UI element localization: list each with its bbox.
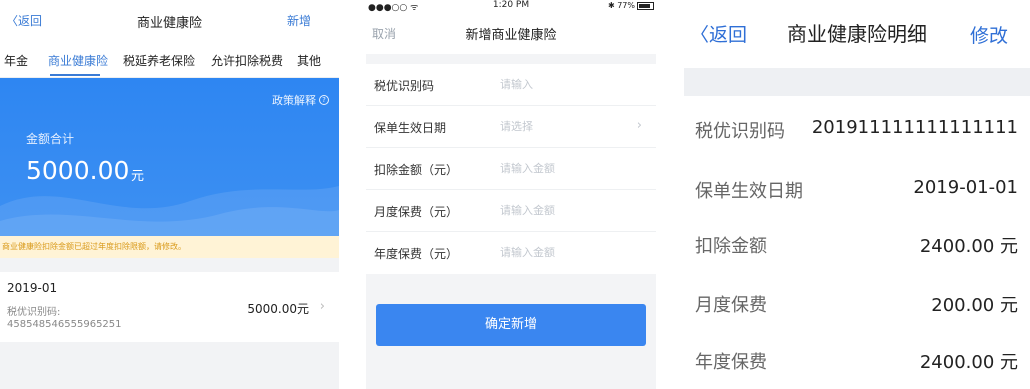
effective-date-picker[interactable] (500, 116, 620, 136)
limit-warning: 商业健康险扣除金额已超过年度扣除限额，请修改。 (0, 236, 339, 258)
list-item[interactable]: 2019-01 税优识别码: 458548546555965251 5000.0… (0, 272, 339, 342)
form-row-annual-premium: 年度保费（元） (366, 232, 656, 274)
monthly-premium-label: 月度保费（元） (374, 205, 459, 219)
tab-other[interactable]: 其他 (297, 52, 321, 69)
detail-screen: 〈返回 商业健康险明细 修改 税优识别码 201911111111111111 … (684, 0, 1030, 389)
policy-explanation-link[interactable]: 政策解释 ? (272, 92, 329, 108)
form-row-monthly-premium: 月度保费（元） (366, 190, 656, 232)
detail-value: 2019-01-01 (913, 177, 1018, 198)
active-tab-indicator (50, 74, 100, 76)
detail-value: 200.00 元 (931, 295, 1018, 316)
total-label: 金额合计 (26, 132, 75, 146)
detail-row-deduction-amount: 扣除金额 2400.00 元 (684, 215, 1030, 273)
add-screen: ●●●○○ ᯤ 1:20 PM ✱ 77% 取消 新增商业健康险 税优识别码 保… (366, 0, 656, 389)
detail-nav-bar: 〈返回 商业健康险明细 修改 (684, 0, 1030, 68)
form-row-deduction-amount: 扣除金额（元） (366, 148, 656, 190)
tab-annuity[interactable]: 年金 (4, 52, 28, 69)
total-unit: 元 (131, 169, 145, 184)
detail-row-tax-id: 税优识别码 201911111111111111 (684, 100, 1030, 158)
status-bar: ●●●○○ ᯤ 1:20 PM ✱ 77% (366, 0, 656, 13)
record-id-label: 税优识别码: (7, 307, 61, 318)
total-value: 5000.00 (26, 156, 130, 185)
battery-icon (637, 1, 654, 10)
tab-deductible-taxes[interactable]: 允许扣除税费 (211, 52, 283, 69)
help-icon: ? (319, 95, 329, 105)
detail-label: 扣除金额 (695, 236, 767, 257)
battery-indicator: ✱ 77% (608, 1, 654, 10)
annual-premium-input[interactable] (500, 242, 620, 262)
form-row-effective-date[interactable]: 保单生效日期 › (366, 106, 656, 148)
deduction-amount-label: 扣除金额（元） (374, 163, 459, 177)
edit-button[interactable]: 修改 (970, 21, 1008, 48)
detail-row-annual-premium: 年度保费 2400.00 元 (684, 331, 1030, 389)
detail-label: 年度保费 (695, 352, 767, 373)
detail-row-effective-date: 保单生效日期 2019-01-01 (684, 160, 1030, 218)
monthly-premium-input[interactable] (500, 200, 620, 220)
section-divider (684, 68, 1030, 96)
category-tabs: 年金 商业健康险 税延养老保险 允许扣除税费 其他 (0, 40, 339, 78)
tab-health-insurance[interactable]: 商业健康险 (48, 52, 108, 69)
battery-percent: ✱ 77% (607, 1, 635, 10)
tax-id-label: 税优识别码 (374, 79, 435, 93)
form-row-tax-id: 税优识别码 (366, 64, 656, 106)
chevron-right-icon: › (636, 118, 642, 133)
detail-label: 保单生效日期 (695, 181, 803, 202)
detail-value: 2400.00 元 (919, 236, 1018, 257)
list-nav-bar: 〈返回 商业健康险 新增 (0, 0, 339, 40)
deduction-amount-input[interactable] (500, 158, 620, 178)
tax-id-input[interactable] (500, 74, 620, 94)
add-nav-bar: 取消 新增商业健康险 (366, 12, 656, 54)
policy-label: 政策解释 (272, 94, 316, 107)
detail-row-monthly-premium: 月度保费 200.00 元 (684, 274, 1030, 332)
record-date: 2019-01 (7, 281, 58, 295)
detail-value: 201911111111111111 (811, 117, 1018, 138)
list-screen: 〈返回 商业健康险 新增 年金 商业健康险 税延养老保险 允许扣除税费 其他 政… (0, 0, 339, 389)
record-id-value: 458548546555965251 (7, 319, 122, 330)
annual-premium-label: 年度保费（元） (374, 247, 459, 261)
detail-label: 月度保费 (695, 295, 767, 316)
page-title: 新增商业健康险 (465, 28, 557, 43)
tab-tax-deferred-pension[interactable]: 税延养老保险 (123, 52, 195, 69)
confirm-add-button[interactable]: 确定新增 (376, 304, 646, 346)
total-amount-banner: 政策解释 ? 金额合计 5000.00 元 (0, 78, 339, 236)
insurance-form: 税优识别码 保单生效日期 › 扣除金额（元） 月度保费（元） 年度保费（元） (366, 64, 656, 274)
chevron-right-icon: › (319, 299, 325, 314)
detail-value: 2400.00 元 (919, 352, 1018, 373)
record-amount: 5000.00元 (247, 302, 309, 316)
detail-label: 税优识别码 (695, 121, 785, 142)
effective-date-label: 保单生效日期 (374, 121, 447, 135)
add-button[interactable]: 新增 (287, 12, 311, 29)
